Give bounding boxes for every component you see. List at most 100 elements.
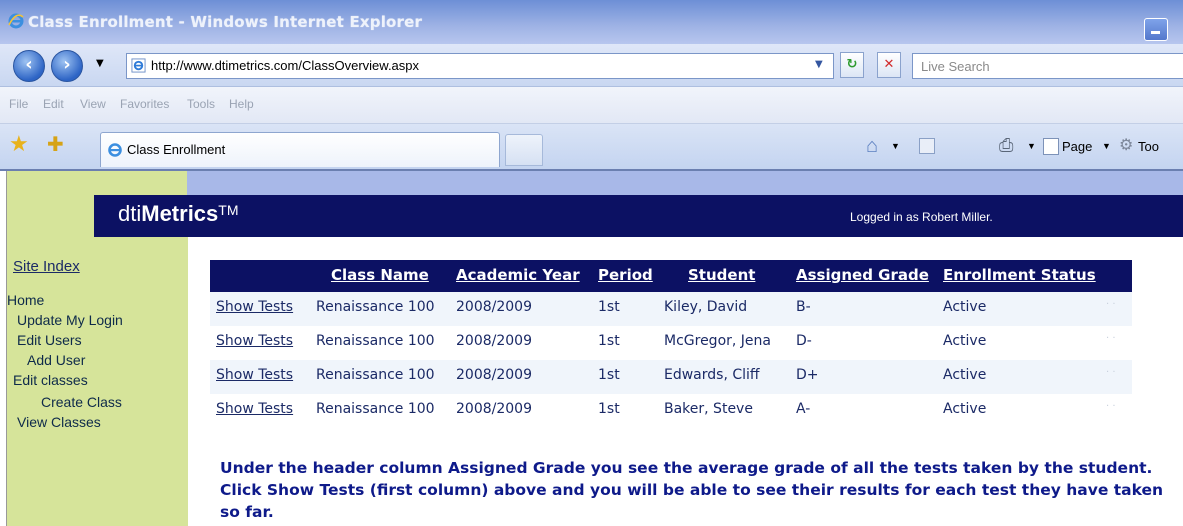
cell-grade: D+ <box>796 367 819 383</box>
cell-student: Kiley, David <box>664 299 748 315</box>
row-edit-icon[interactable]: · · <box>1106 401 1116 412</box>
header-student[interactable]: Student <box>688 266 755 284</box>
cell-class: Renaissance 100 <box>316 299 435 315</box>
tab-class-enrollment[interactable]: Class Enrollment <box>100 132 500 167</box>
show-tests-link[interactable]: Show Tests <box>216 333 293 349</box>
address-toolbar: ‹ › ▼ http://www.dtimetrics.com/ClassOve… <box>0 44 1183 87</box>
page-menu-label[interactable]: Page <box>1062 139 1092 154</box>
address-input[interactable]: http://www.dtimetrics.com/ClassOverview.… <box>126 53 834 79</box>
cell-period: 1st <box>598 333 620 349</box>
stop-button[interactable]: ✕ <box>877 52 901 78</box>
menu-bar: File Edit View Favorites Tools Help <box>0 87 1183 124</box>
sidebar-item-create-class[interactable]: Create Class <box>41 394 122 410</box>
header-strip <box>187 171 1183 195</box>
tools-gear-icon: ⚙ <box>1119 137 1134 154</box>
print-dropdown-icon[interactable]: ▼ <box>1027 141 1036 151</box>
table-row: Show Tests Renaissance 100 2008/2009 1st… <box>210 292 1132 326</box>
address-url: http://www.dtimetrics.com/ClassOverview.… <box>151 58 420 73</box>
instruction-note: Under the header column Assigned Grade y… <box>220 459 1164 521</box>
cell-class: Renaissance 100 <box>316 333 435 349</box>
menu-view[interactable]: View <box>80 97 106 111</box>
forward-button[interactable]: › <box>51 50 83 82</box>
history-dropdown-icon[interactable]: ▼ <box>96 58 104 69</box>
cell-period: 1st <box>598 299 620 315</box>
cell-year: 2008/2009 <box>456 401 532 417</box>
sidebar-item-update-my-login[interactable]: Update My Login <box>17 312 123 328</box>
refresh-icon: ↻ <box>846 57 858 72</box>
sidebar-item-edit-users[interactable]: Edit Users <box>17 332 82 348</box>
cell-grade: D- <box>796 333 812 349</box>
back-arrow-icon: ‹ <box>25 54 33 75</box>
cell-status: Active <box>943 299 987 315</box>
show-tests-link[interactable]: Show Tests <box>216 367 293 383</box>
menu-favorites[interactable]: Favorites <box>120 97 169 111</box>
sidebar-item-view-classes[interactable]: View Classes <box>17 414 101 430</box>
table-header: Class Name Academic Year Period Student … <box>210 260 1132 292</box>
forward-arrow-icon: › <box>63 54 71 75</box>
sidebar-item-add-user[interactable]: Add User <box>27 352 85 368</box>
search-input[interactable]: Live Search <box>912 53 1183 79</box>
cell-period: 1st <box>598 401 620 417</box>
sidebar-item-edit-classes[interactable]: Edit classes <box>13 372 88 388</box>
cell-period: 1st <box>598 367 620 383</box>
header-enrollment-status[interactable]: Enrollment Status <box>943 266 1096 284</box>
cell-class: Renaissance 100 <box>316 401 435 417</box>
print-icon[interactable]: ⎙ <box>999 135 1013 156</box>
row-edit-icon[interactable]: · · <box>1106 367 1116 378</box>
page-icon <box>131 58 146 73</box>
menu-tools[interactable]: Tools <box>187 97 215 111</box>
page-dropdown-icon[interactable]: ▼ <box>1102 141 1111 151</box>
window-title: Class Enrollment - Windows Internet Expl… <box>28 13 423 31</box>
logged-in-status: Logged in as Robert Miller. <box>850 210 993 224</box>
home-dropdown-icon[interactable]: ▼ <box>891 141 900 151</box>
cell-status: Active <box>943 401 987 417</box>
site-index-link[interactable]: Site Index <box>13 258 80 275</box>
page-menu-icon <box>1043 138 1059 155</box>
refresh-button[interactable]: ↻ <box>840 52 864 78</box>
cell-student: Edwards, Cliff <box>664 367 760 383</box>
favorites-star-icon[interactable]: ★ <box>9 132 29 157</box>
tab-bar: ★ ✚ Class Enrollment ⌂ ▼ ⎙ ▼ Page ▼ ⚙ To… <box>0 124 1183 171</box>
row-edit-icon[interactable]: · · <box>1106 333 1116 344</box>
ie-tab-icon <box>108 143 122 157</box>
cell-grade: B- <box>796 299 811 315</box>
minimize-button[interactable] <box>1144 18 1168 41</box>
header-assigned-grade[interactable]: Assigned Grade <box>796 266 929 284</box>
search-placeholder: Live Search <box>921 59 990 74</box>
back-button[interactable]: ‹ <box>13 50 45 82</box>
sidebar-item-home[interactable]: Home <box>7 292 44 308</box>
cell-grade: A- <box>796 401 811 417</box>
cell-status: Active <box>943 367 987 383</box>
cell-student: Baker, Steve <box>664 401 753 417</box>
show-tests-link[interactable]: Show Tests <box>216 299 293 315</box>
row-edit-icon[interactable]: · · <box>1106 299 1116 310</box>
window-title-bar: Class Enrollment - Windows Internet Expl… <box>0 0 1183 44</box>
cell-year: 2008/2009 <box>456 367 532 383</box>
page-content: Site Index Home Update My Login Edit Use… <box>0 171 1183 526</box>
menu-file[interactable]: File <box>9 97 28 111</box>
home-icon[interactable]: ⌂ <box>866 135 878 158</box>
cell-class: Renaissance 100 <box>316 367 435 383</box>
add-favorite-icon[interactable]: ✚ <box>47 132 64 156</box>
feeds-icon[interactable] <box>919 138 935 154</box>
menu-help[interactable]: Help <box>229 97 254 111</box>
ie-logo-icon <box>8 13 24 29</box>
cell-year: 2008/2009 <box>456 333 532 349</box>
site-banner: dtiMetricsTM Logged in as Robert Miller. <box>94 195 1183 237</box>
cell-status: Active <box>943 333 987 349</box>
show-tests-link[interactable]: Show Tests <box>216 401 293 417</box>
header-academic-year[interactable]: Academic Year <box>456 266 580 284</box>
site-logo: dtiMetricsTM <box>118 201 239 226</box>
tab-label: Class Enrollment <box>127 142 226 157</box>
menu-edit[interactable]: Edit <box>43 97 64 111</box>
table-row: Show Tests Renaissance 100 2008/2009 1st… <box>210 394 1132 428</box>
header-period[interactable]: Period <box>598 266 653 284</box>
table-row: Show Tests Renaissance 100 2008/2009 1st… <box>210 326 1132 360</box>
tools-menu-label[interactable]: Too <box>1138 139 1159 154</box>
stop-icon: ✕ <box>883 57 895 72</box>
address-dropdown-icon[interactable]: ▼ <box>815 59 823 70</box>
cell-year: 2008/2009 <box>456 299 532 315</box>
table-row: Show Tests Renaissance 100 2008/2009 1st… <box>210 360 1132 394</box>
new-tab-button[interactable] <box>505 134 543 166</box>
header-class-name[interactable]: Class Name <box>331 266 429 284</box>
